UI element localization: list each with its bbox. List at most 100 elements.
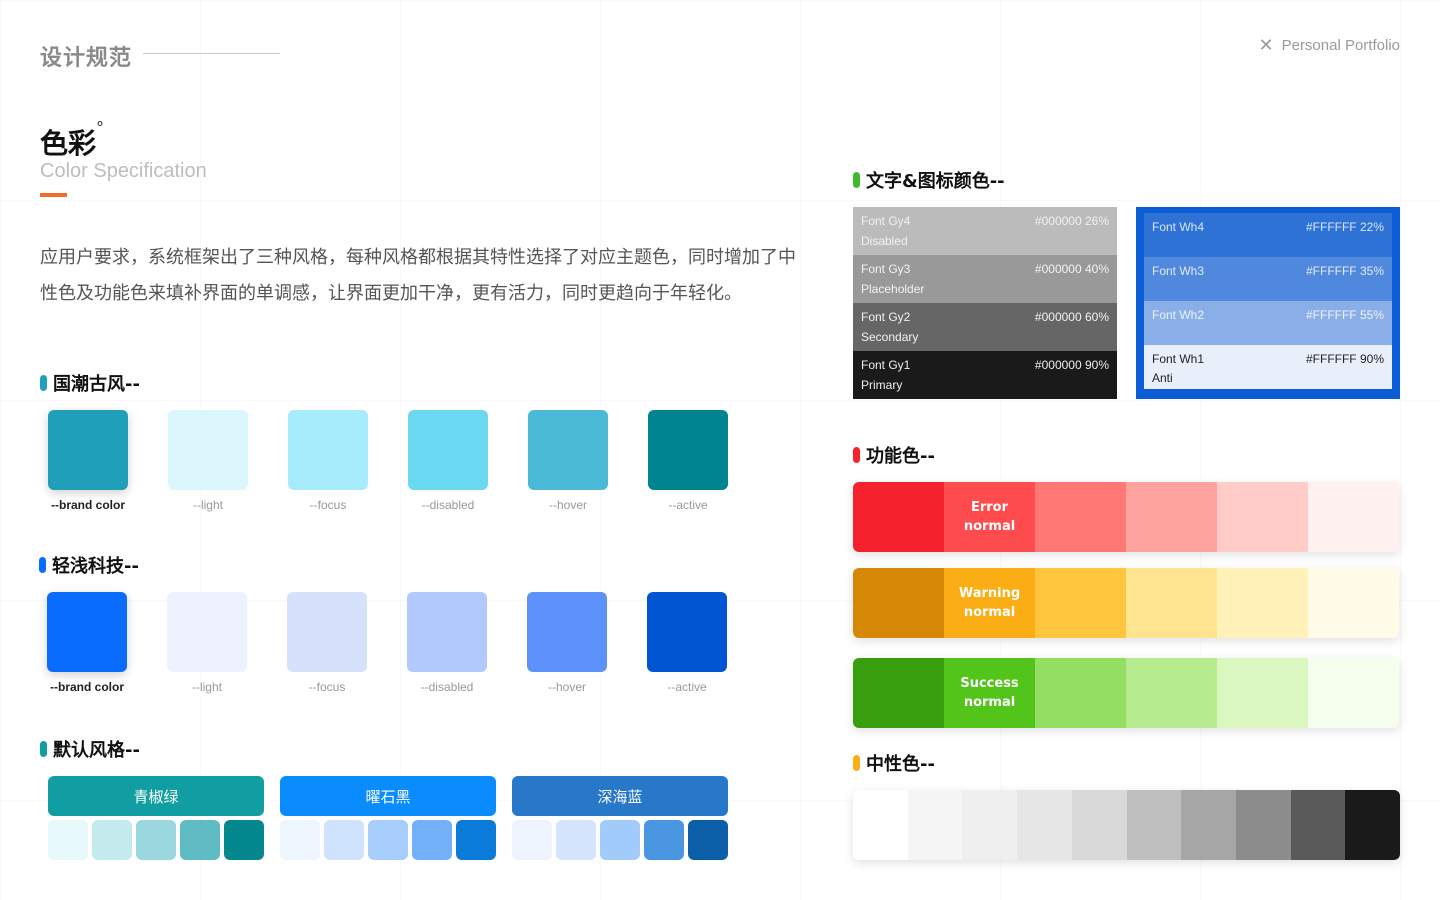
- color-swatch[interactable]: [907, 790, 963, 860]
- color-swatch-normal[interactable]: Success normal: [944, 658, 1035, 728]
- group-tick: [40, 375, 47, 391]
- color-swatch[interactable]: [688, 820, 728, 860]
- color-swatch[interactable]: [853, 482, 944, 552]
- color-swatch[interactable]: [1308, 658, 1399, 728]
- color-swatch[interactable]: [1035, 568, 1126, 638]
- color-swatch[interactable]: [180, 820, 220, 860]
- color-swatch[interactable]: [1308, 482, 1399, 552]
- color-swatch[interactable]: [1217, 658, 1308, 728]
- color-swatch[interactable]: [1126, 568, 1217, 638]
- color-swatch[interactable]: [288, 410, 368, 490]
- swatch-item[interactable]: --brand color: [48, 410, 128, 512]
- theme-button-qingjiao[interactable]: 青椒绿: [48, 776, 264, 816]
- color-swatch[interactable]: [1308, 568, 1399, 638]
- color-swatch[interactable]: [48, 820, 88, 860]
- color-swatch[interactable]: [556, 820, 596, 860]
- color-swatch[interactable]: [324, 820, 364, 860]
- swatch-item[interactable]: --focus: [287, 592, 367, 694]
- group-tick: [853, 755, 860, 771]
- color-swatch[interactable]: [47, 592, 127, 672]
- color-swatch[interactable]: [1035, 658, 1126, 728]
- color-swatch[interactable]: [1345, 790, 1400, 860]
- color-swatch[interactable]: [287, 592, 367, 672]
- swatch-item[interactable]: --brand color: [47, 592, 127, 694]
- color-swatch[interactable]: [644, 820, 684, 860]
- color-swatch[interactable]: [600, 820, 640, 860]
- font-color-row[interactable]: Font Gy3 Placeholder #000000 40%: [853, 255, 1117, 303]
- swatch-item[interactable]: --light: [168, 410, 248, 512]
- color-swatch[interactable]: [853, 658, 944, 728]
- font-desc: Disabled: [861, 234, 908, 248]
- color-swatch[interactable]: [647, 592, 727, 672]
- color-swatch[interactable]: [1217, 568, 1308, 638]
- color-swatch[interactable]: [412, 820, 452, 860]
- font-color-row[interactable]: Font Wh1 #FFFFFF 90% Anti: [1144, 345, 1392, 389]
- color-swatch[interactable]: [168, 410, 248, 490]
- group-tick: [853, 172, 860, 188]
- color-swatch[interactable]: [1035, 482, 1126, 552]
- theme-button-yaoshi[interactable]: 曜石黑: [280, 776, 496, 816]
- swatch-item[interactable]: --active: [648, 410, 728, 512]
- swatch-item[interactable]: --disabled: [407, 592, 487, 694]
- theme-yaoshi: 曜石黑: [280, 776, 496, 860]
- group-title-text-icon-colors: 文字&图标颜色--: [853, 167, 1005, 193]
- portfolio-link[interactable]: ✕ Personal Portfolio: [1259, 36, 1401, 54]
- color-swatch[interactable]: [224, 820, 264, 860]
- swatch-item[interactable]: --hover: [528, 410, 608, 512]
- group-tick: [39, 557, 46, 573]
- font-color-row[interactable]: Font Gy4 Disabled #000000 26%: [853, 207, 1117, 255]
- color-swatch[interactable]: [1126, 790, 1182, 860]
- swatch-item[interactable]: --hover: [527, 592, 607, 694]
- font-color-row[interactable]: Font Wh4 #FFFFFF 22%: [1144, 213, 1392, 257]
- color-swatch[interactable]: [1235, 790, 1291, 860]
- group-title-text: 默认风格--: [53, 740, 140, 761]
- group-tick: [853, 447, 860, 463]
- color-swatch[interactable]: [527, 592, 607, 672]
- color-swatch[interactable]: [512, 820, 552, 860]
- swatch-label: --disabled: [420, 680, 474, 694]
- font-desc: Secondary: [861, 330, 919, 344]
- color-swatch[interactable]: [853, 790, 908, 860]
- color-swatch[interactable]: [1071, 790, 1127, 860]
- font-hex: #000000 90%: [1034, 358, 1109, 372]
- color-swatch[interactable]: [280, 820, 320, 860]
- color-swatch[interactable]: [1217, 482, 1308, 552]
- color-swatch[interactable]: [1017, 790, 1072, 860]
- font-name: Font Wh3: [1152, 264, 1205, 278]
- font-color-row[interactable]: Font Gy1 Primary #000000 90%: [853, 351, 1117, 399]
- color-swatch[interactable]: [408, 410, 488, 490]
- theme-button-shenhai[interactable]: 深海蓝: [512, 776, 728, 816]
- brand-title: 设计规范: [40, 46, 133, 71]
- color-swatch[interactable]: [648, 410, 728, 490]
- color-swatch[interactable]: [167, 592, 247, 672]
- font-hex: #FFFFFF 90%: [1305, 352, 1384, 366]
- swatch-item[interactable]: --focus: [288, 410, 368, 512]
- swatch-item[interactable]: --light: [167, 592, 247, 694]
- swatch-item[interactable]: --disabled: [408, 410, 488, 512]
- color-swatch[interactable]: [92, 820, 132, 860]
- font-color-row[interactable]: Font Wh2 #FFFFFF 55%: [1144, 301, 1392, 345]
- swatch-item[interactable]: --active: [647, 592, 727, 694]
- color-swatch[interactable]: [48, 410, 128, 490]
- font-color-row[interactable]: Font Gy2 Secondary #000000 60%: [853, 303, 1117, 351]
- color-swatch[interactable]: [456, 820, 496, 860]
- color-swatch-normal[interactable]: Error normal: [944, 482, 1035, 552]
- color-swatch-normal[interactable]: Warning normal: [944, 568, 1035, 638]
- color-swatch[interactable]: [1126, 658, 1217, 728]
- group-title-text: 轻浅科技--: [52, 556, 139, 577]
- color-swatch[interactable]: [962, 790, 1018, 860]
- color-swatch[interactable]: [528, 410, 608, 490]
- color-swatch[interactable]: [1290, 790, 1346, 860]
- close-icon[interactable]: ✕: [1259, 36, 1274, 54]
- color-swatch[interactable]: [853, 568, 944, 638]
- color-swatch[interactable]: [407, 592, 487, 672]
- color-swatch[interactable]: [136, 820, 176, 860]
- neutral-color-strip: [853, 790, 1400, 860]
- font-color-row[interactable]: Font Wh3 #FFFFFF 35%: [1144, 257, 1392, 301]
- color-swatch[interactable]: [368, 820, 408, 860]
- color-swatch[interactable]: [1126, 482, 1217, 552]
- swatch-label: --brand color: [51, 498, 125, 512]
- color-swatch[interactable]: [1181, 790, 1236, 860]
- section-subtitle: Color Specification: [40, 160, 207, 182]
- section-title-mark: °: [96, 118, 105, 137]
